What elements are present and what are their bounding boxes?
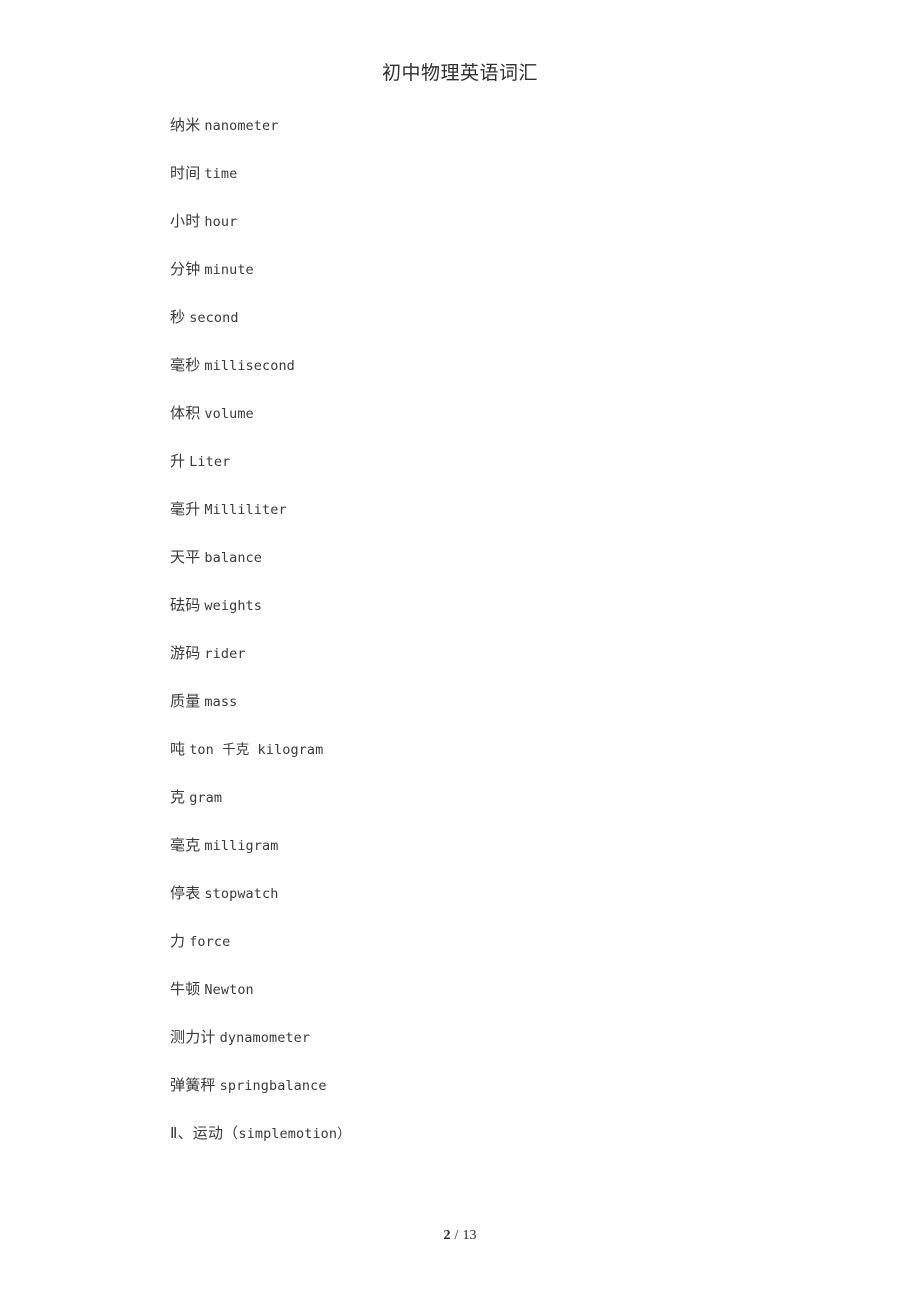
section-heading: Ⅱ、运动（simplemotion） (170, 1120, 770, 1168)
term-chinese: 测力计 (170, 1028, 216, 1046)
list-item: 毫升 Milliliter (170, 496, 770, 544)
list-item: 毫秒 millisecond (170, 352, 770, 400)
term-english: millisecond (204, 358, 295, 374)
term-english: force (189, 934, 231, 950)
list-item: 停表 stopwatch (170, 880, 770, 928)
term-english: hour (204, 214, 238, 230)
term-chinese: 小时 (170, 212, 201, 230)
term-chinese: 力 (170, 932, 186, 950)
term-chinese: 砝码 (170, 596, 201, 614)
term-chinese: 体积 (170, 404, 201, 422)
list-item: 牛顿 Newton (170, 976, 770, 1024)
term-english: springbalance (219, 1078, 327, 1094)
list-item: 弹簧秤 springbalance (170, 1072, 770, 1120)
list-item: 分钟 minute (170, 256, 770, 304)
list-item: 克 gram (170, 784, 770, 832)
term-chinese: 分钟 (170, 260, 201, 278)
total-page-count: 13 (462, 1228, 477, 1243)
list-item: 秒 second (170, 304, 770, 352)
term-english: nanometer (204, 118, 279, 134)
list-item: 小时 hour (170, 208, 770, 256)
term-chinese: 毫秒 (170, 356, 201, 374)
term-chinese: 天平 (170, 548, 201, 566)
page-title: 初中物理英语词汇 (381, 62, 538, 84)
list-item: 测力计 dynamometer (170, 1024, 770, 1072)
list-item: 时间 time (170, 160, 770, 208)
list-item: 质量 mass (170, 688, 770, 736)
section-label-chinese: Ⅱ、运动（ (170, 1124, 239, 1142)
current-page-number: 2 (443, 1228, 451, 1243)
page-footer: 2/13 (0, 1228, 920, 1244)
term-english: second (189, 310, 239, 326)
term-chinese: 吨 (170, 740, 186, 758)
term-chinese: 克 (170, 788, 186, 806)
term-english: volume (204, 406, 254, 422)
term-english: ton 千克 kilogram (189, 742, 324, 758)
term-chinese: 毫克 (170, 836, 201, 854)
term-english: balance (204, 550, 262, 566)
vocabulary-list: 纳米 nanometer 时间 time 小时 hour 分钟 minute 秒 seco… (170, 112, 770, 1168)
document-page: 初中物理英语词汇 纳米 nanometer 时间 time 小时 hour 分钟 min… (0, 0, 920, 1302)
term-english: mass (204, 694, 238, 710)
page-separator: / (454, 1228, 459, 1243)
list-item: 游码 rider (170, 640, 770, 688)
list-item: 力 force (170, 928, 770, 976)
term-chinese: 毫升 (170, 500, 201, 518)
term-chinese: 时间 (170, 164, 201, 182)
term-chinese: 牛顿 (170, 980, 201, 998)
term-english: Liter (189, 454, 231, 470)
term-english: rider (204, 646, 246, 662)
term-english: time (204, 166, 238, 182)
term-english: Milliliter (204, 502, 287, 518)
list-item: 毫克 milligram (170, 832, 770, 880)
term-chinese: 停表 (170, 884, 201, 902)
term-english: Newton (204, 982, 254, 998)
list-item: 吨 ton 千克 kilogram (170, 736, 770, 784)
term-english: gram (189, 790, 223, 806)
list-item: 升 Liter (170, 448, 770, 496)
list-item: 砝码 weights (170, 592, 770, 640)
term-english: stopwatch (204, 886, 279, 902)
term-chinese: 弹簧秤 (170, 1076, 216, 1094)
term-chinese: 升 (170, 452, 186, 470)
term-chinese: 秒 (170, 308, 186, 326)
term-english: weights (204, 598, 262, 614)
term-chinese: 纳米 (170, 116, 201, 134)
term-english: milligram (204, 838, 279, 854)
list-item: 纳米 nanometer (170, 112, 770, 160)
term-english: minute (204, 262, 254, 278)
term-chinese: 质量 (170, 692, 201, 710)
section-label-english: simplemotion） (238, 1126, 351, 1142)
term-english: dynamometer (219, 1030, 311, 1046)
list-item: 天平 balance (170, 544, 770, 592)
term-chinese: 游码 (170, 644, 201, 662)
list-item: 体积 volume (170, 400, 770, 448)
